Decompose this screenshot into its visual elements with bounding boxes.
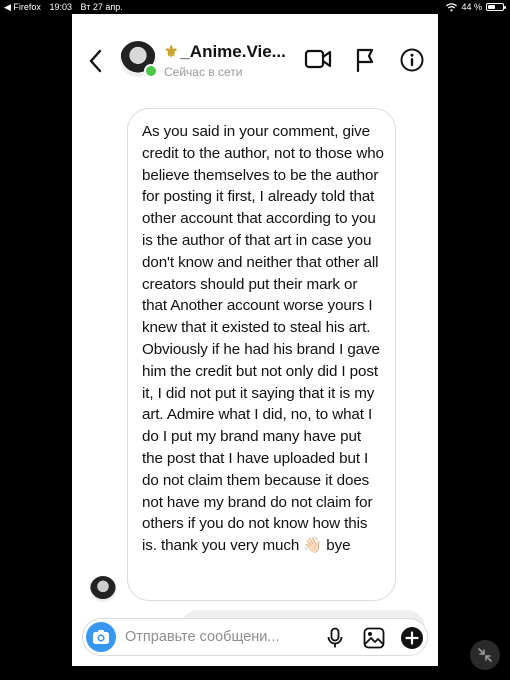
- status-bar: ◀ Firefox 19:03 Вт 27 апр. 44 %: [0, 0, 510, 14]
- chat-title: ⚜ _Anime.Vie...: [164, 42, 294, 62]
- video-camera-icon[interactable]: [304, 48, 332, 70]
- info-icon[interactable]: [400, 48, 424, 72]
- fleur-de-lis-icon: ⚜: [164, 44, 179, 61]
- plus-circle-icon[interactable]: [401, 627, 423, 649]
- back-chevron-icon[interactable]: [86, 47, 106, 75]
- camera-button[interactable]: [86, 622, 116, 652]
- online-indicator: [144, 64, 158, 78]
- message-bubble[interactable]: As you said in your comment, give credit…: [127, 108, 396, 601]
- image-icon[interactable]: [363, 627, 385, 649]
- contact-info[interactable]: ⚜ _Anime.Vie... Сейчас в сети: [164, 42, 294, 79]
- collapse-arrows-icon: [478, 648, 492, 662]
- flag-icon[interactable]: [354, 47, 376, 73]
- collapse-button[interactable]: [470, 640, 500, 670]
- sender-avatar[interactable]: [90, 576, 116, 602]
- wifi-icon: [446, 2, 458, 11]
- message-text: As you said in your comment, give credit…: [142, 123, 384, 555]
- chat-title-text: _Anime.Vie...: [180, 42, 286, 61]
- status-time: 19:03: [49, 2, 72, 12]
- back-to-app-link[interactable]: ◀ Firefox: [4, 2, 41, 12]
- online-status: Сейчас в сети: [164, 65, 243, 79]
- status-date: Вт 27 апр.: [80, 2, 123, 12]
- camera-icon: [93, 630, 109, 644]
- message-composer: [82, 618, 428, 656]
- chat-screen: ⚜ _Anime.Vie... Сейчас в сети As you sai…: [72, 14, 438, 666]
- status-left: ◀ Firefox 19:03 Вт 27 апр.: [4, 0, 129, 14]
- chat-header: ⚜ _Anime.Vie... Сейчас в сети: [72, 14, 438, 106]
- message-input[interactable]: [125, 626, 305, 648]
- battery-icon: [486, 3, 506, 11]
- battery-percent: 44 %: [461, 2, 482, 12]
- microphone-icon[interactable]: [327, 627, 343, 649]
- contact-avatar[interactable]: [120, 41, 158, 78]
- status-right: 44 %: [446, 0, 506, 14]
